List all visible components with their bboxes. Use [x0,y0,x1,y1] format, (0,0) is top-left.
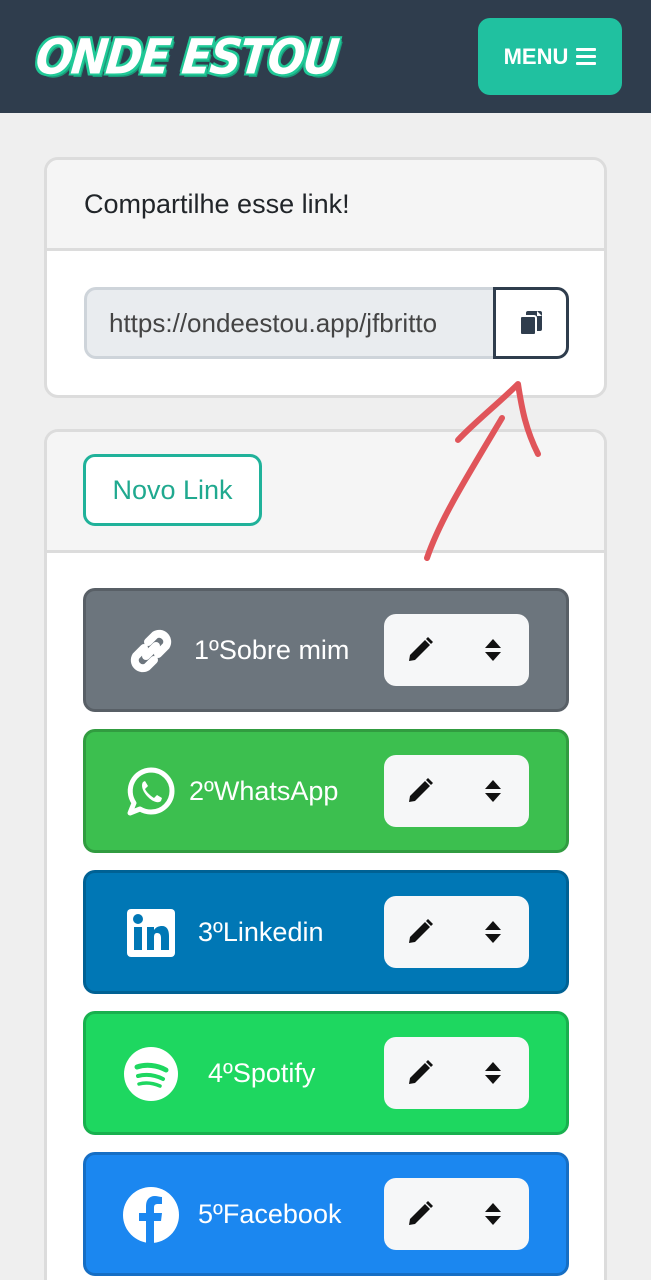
link-item-whatsapp[interactable]: 2º WhatsApp [83,729,569,853]
link-item-actions [384,1178,529,1250]
link-item-actions [384,755,529,827]
link-item-label: 2º WhatsApp [189,775,339,806]
links-card: Novo Link 1º Sobre mim 2º WhatsApp 3º Li… [44,429,607,1280]
sort-icon [484,1062,501,1084]
reorder-link-handle[interactable] [473,630,513,670]
share-card-title: Compartilhe esse link! [84,188,350,219]
sort-icon [484,639,501,661]
reorder-link-handle[interactable] [473,912,513,952]
link-item-label: 5º Facebook [198,1198,342,1229]
sort-icon [484,1203,501,1225]
spotify-icon [122,1045,180,1103]
edit-link-button[interactable] [400,912,440,952]
link-item-linkedin[interactable]: 3º Linkedin [83,870,569,994]
link-item-label: 4º Spotify [208,1057,316,1088]
link-item-actions [384,614,529,686]
link-item-actions [384,896,529,968]
menu-button[interactable]: MENU [478,18,622,95]
sort-icon [484,921,501,943]
link-item-facebook[interactable]: 5º Facebook [83,1152,569,1276]
edit-link-button[interactable] [400,1053,440,1093]
share-card-header: Compartilhe esse link! [47,160,604,251]
pencil-icon [409,637,434,661]
linkedin-icon [122,904,180,962]
edit-link-button[interactable] [400,630,440,670]
reorder-link-handle[interactable] [473,771,513,811]
copy-link-button[interactable] [493,287,569,359]
link-item-label: 3º Linkedin [198,916,324,947]
new-link-button[interactable]: Novo Link [83,454,262,526]
links-card-header: Novo Link [47,432,604,553]
reorder-link-handle[interactable] [473,1053,513,1093]
share-link-card: Compartilhe esse link! [44,157,607,398]
copy-icon [519,311,542,336]
link-item-spotify[interactable]: 4º Spotify [83,1011,569,1135]
hamburger-icon [576,48,597,65]
reorder-link-handle[interactable] [473,1194,513,1234]
share-link-group [84,287,569,359]
pencil-icon [409,1201,434,1225]
link-icon [122,622,180,680]
sort-icon [484,780,501,802]
menu-label: MENU [503,43,569,69]
facebook-icon [122,1186,180,1244]
link-item-actions [384,1037,529,1109]
navbar: ONDE ESTOU ? MENU [0,0,651,113]
brand-text: ONDE ESTOU [33,28,340,86]
link-item-label: 1º Sobre mim [194,634,350,665]
whatsapp-icon [122,763,180,821]
pencil-icon [409,1060,434,1084]
pencil-icon [409,919,434,943]
edit-link-button[interactable] [400,771,440,811]
link-item-sobre-mim[interactable]: 1º Sobre mim [83,588,569,712]
pencil-icon [409,778,434,802]
share-link-input[interactable] [84,287,493,359]
brand-logo[interactable]: ONDE ESTOU ? [33,22,340,92]
edit-link-button[interactable] [400,1194,440,1234]
